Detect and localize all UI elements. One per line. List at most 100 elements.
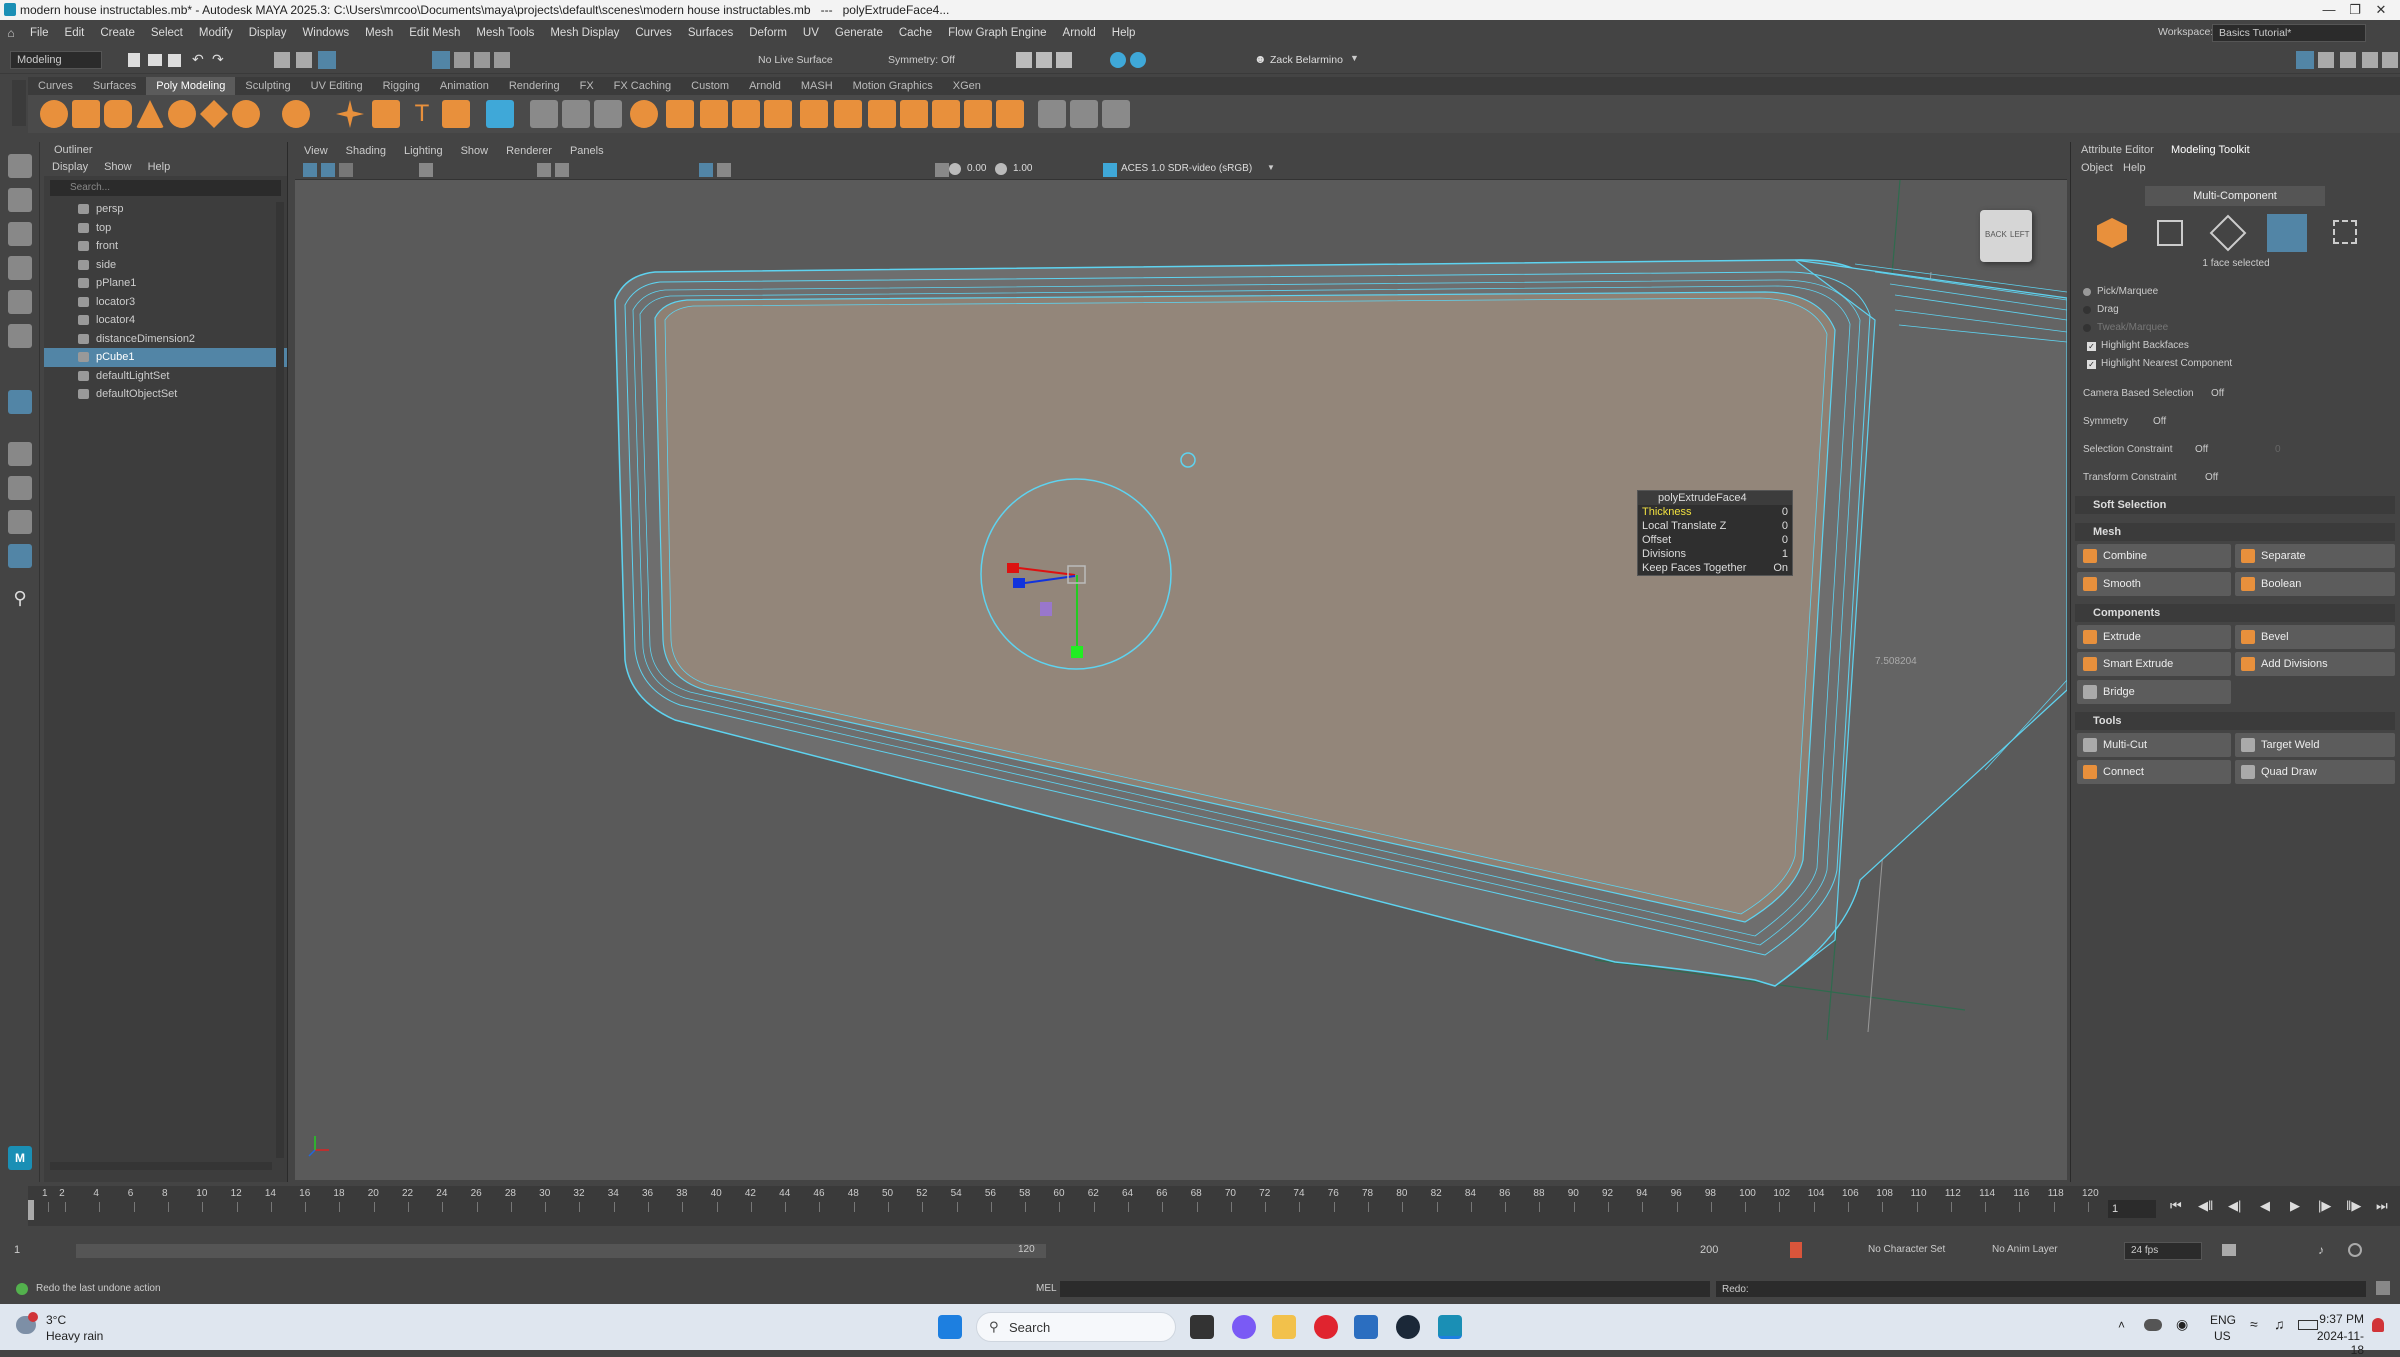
viewport-menu-lighting[interactable]: Lighting [395,142,452,160]
viewport-menu-shading[interactable]: Shading [337,142,395,160]
smooth-shelf-icon[interactable] [594,100,622,128]
play-backward-icon[interactable]: ◀ [2260,1198,2270,1214]
poly-cone-icon[interactable] [136,100,164,128]
poly-sphere-icon[interactable] [40,100,68,128]
live-surface-label[interactable]: No Live Surface [758,54,833,66]
menu-edit-mesh[interactable]: Edit Mesh [401,27,468,39]
range-start-field[interactable]: 1 [14,1244,64,1256]
color-space-dropdown[interactable]: ACES 1.0 SDR-video (sRGB) [1121,163,1281,174]
task-view-icon[interactable] [1190,1315,1214,1339]
poly-torus-icon[interactable] [168,100,196,128]
snap-view-plane-icon[interactable] [494,52,510,68]
hud-row-value[interactable]: On [1773,561,1788,575]
hypershade-icon[interactable] [1130,52,1146,68]
checkbox-highlight-nearest[interactable]: ✓ [2087,360,2096,369]
uv-mode-icon[interactable] [2333,220,2357,244]
bevel-shelf-icon[interactable] [764,100,792,128]
last-tool-icon[interactable] [8,390,32,414]
target-weld-button[interactable]: Target Weld [2235,733,2395,757]
anim-layer-dropdown[interactable]: No Anim Layer [1992,1244,2058,1255]
super-shape-icon[interactable] [486,100,514,128]
step-forward-key-icon[interactable]: ‖▶ [2346,1198,2361,1214]
extrude-button[interactable]: Extrude [2077,625,2231,649]
hud-row-value[interactable]: 0 [1782,519,1788,533]
time-slider[interactable]: 1 2 4 6 8 10 12 14 16 18 20 22 24 26 28 30 32 34 36 38 40 42 4… [28,1186,2400,1226]
loop-icon[interactable] [2222,1244,2236,1256]
menu-uv[interactable]: UV [795,27,827,39]
select-object-icon[interactable] [296,52,312,68]
mtk-menu-object[interactable]: Object [2081,160,2113,176]
tool-settings-toggle-icon[interactable] [2340,52,2356,68]
menu-edit[interactable]: Edit [57,27,93,39]
poke-icon[interactable] [900,100,928,128]
mel-toggle[interactable]: MEL [1036,1283,1057,1294]
outliner-item[interactable]: side [44,256,287,275]
shelf-tab-poly-modeling[interactable]: Poly Modeling [146,77,236,95]
new-scene-icon[interactable] [128,53,140,67]
wireframe-icon[interactable] [537,163,551,177]
add-divisions-button[interactable]: Add Divisions [2235,652,2395,676]
modeling-toolkit-toggle-icon[interactable] [2296,51,2314,69]
maya-taskbar-icon[interactable] [1438,1315,1462,1339]
edge-mode-icon[interactable] [2209,214,2247,252]
menu-windows[interactable]: Windows [294,27,357,39]
search-icon[interactable]: ⚲ [8,588,32,612]
scale-tool-icon[interactable] [8,324,32,348]
hud-row[interactable]: Local Translate Z 0 [1638,519,1792,533]
home-icon[interactable]: ⌂ [0,26,22,40]
user-name[interactable]: Zack Belarmino [1270,54,1343,66]
smooth-button[interactable]: Smooth [2077,572,2231,596]
select-component-icon[interactable] [318,51,336,69]
layout-split-icon[interactable] [8,544,32,568]
viewport-menu-view[interactable]: View [295,142,337,160]
outliner-toggle-icon[interactable] [2382,52,2398,68]
hud-row[interactable]: Keep Faces Together On [1638,561,1792,575]
viewport-menu-panels[interactable]: Panels [561,142,613,160]
weather-temp[interactable]: 3°C [46,1313,66,1327]
rotate-tool-icon[interactable] [8,290,32,314]
shelf-tab-curves[interactable]: Curves [28,77,83,95]
current-frame-field[interactable]: 1 [2108,1200,2156,1218]
poly-pipe-icon[interactable] [372,100,400,128]
shelf-tab-mash[interactable]: MASH [791,77,843,95]
weather-desc[interactable]: Heavy rain [46,1329,103,1343]
xray-icon[interactable] [717,163,731,177]
shelf-tab-surfaces[interactable]: Surfaces [83,77,146,95]
character-set-dropdown[interactable]: No Character Set [1868,1244,1945,1255]
shelf-options-icon[interactable] [12,80,26,126]
combine-shelf-icon[interactable] [530,100,558,128]
close-button[interactable]: ✕ [2358,0,2400,20]
menu-mesh[interactable]: Mesh [357,27,401,39]
steam-icon[interactable] [1396,1315,1420,1339]
select-hierarchy-icon[interactable] [274,52,290,68]
shelf-tab-custom[interactable]: Custom [681,77,739,95]
outliner-item[interactable]: distanceDimension2 [44,330,287,349]
boolean-button[interactable]: Boolean [2235,572,2395,596]
menu-surfaces[interactable]: Surfaces [680,27,741,39]
bookmark-icon[interactable] [339,163,353,177]
mirror-shelf-icon[interactable] [666,100,694,128]
outliner-search-input[interactable]: Search... [50,180,281,196]
render-current-icon[interactable] [1036,52,1052,68]
viewport-menu-renderer[interactable]: Renderer [497,142,561,160]
object-mode-icon[interactable] [2097,218,2127,248]
bridge-button[interactable]: Bridge [2077,680,2231,704]
hud-row-value[interactable]: 0 [1782,533,1788,547]
collapse-icon[interactable] [932,100,960,128]
mesh-section[interactable]: Mesh [2075,523,2395,541]
perspective-viewport[interactable]: BACK LEFT 7.508204 polyExtrudeFace4 Thic… [295,180,2067,1180]
radio-drag[interactable] [2083,306,2091,314]
script-editor-icon[interactable] [2376,1281,2390,1295]
outliner-menu-help[interactable]: Help [140,158,179,176]
wedge-icon[interactable] [868,100,896,128]
offset-edge-loop-icon[interactable] [1102,100,1130,128]
menu-file[interactable]: File [22,27,57,39]
shelf-tab-rigging[interactable]: Rigging [373,77,430,95]
tab-modeling-toolkit[interactable]: Modeling Toolkit [2171,142,2250,158]
tools-section[interactable]: Tools [2075,712,2395,730]
clock-date[interactable]: 2024-11-18 [2304,1329,2364,1357]
shelf-tab-uv-editing[interactable]: UV Editing [301,77,373,95]
multi-component-button[interactable]: Multi-Component [2145,186,2325,206]
menu-generate[interactable]: Generate [827,27,891,39]
face-mode-icon[interactable] [2267,214,2307,252]
